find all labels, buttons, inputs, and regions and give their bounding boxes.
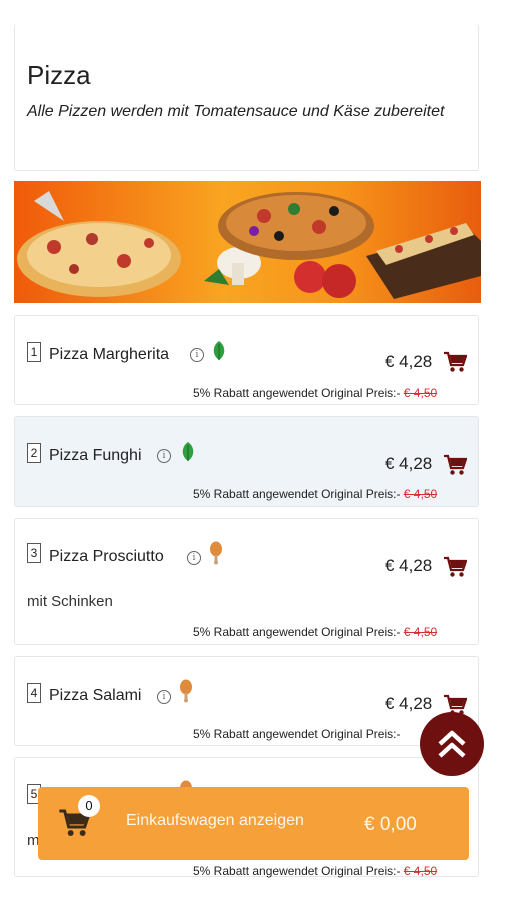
item-name[interactable]: Pizza Prosciutto — [49, 548, 164, 566]
discount-note: 5% Rabatt angewendet Original Preis:- € … — [193, 864, 438, 878]
view-cart-label: Einkaufswagen anzeigen — [126, 812, 304, 829]
category-header: Pizza Alle Pizzen werden mit Tomatensauc… — [14, 24, 479, 171]
discount-note: 5% Rabatt angewendet Original Preis:- € … — [193, 386, 438, 400]
cart-total: € 0,00 — [364, 814, 417, 835]
original-price: € 4,50 — [403, 625, 438, 639]
original-price: € 4,50 — [403, 386, 438, 400]
menu-item[interactable]: 3 Pizza Prosciutto i € 4,28 mit Schinken… — [14, 518, 479, 645]
info-icon[interactable]: i — [190, 348, 204, 362]
view-cart-button[interactable]: 0 Einkaufswagen anzeigen € 0,00 — [38, 787, 469, 860]
info-icon[interactable]: i — [187, 551, 201, 565]
item-number: 1 — [27, 342, 41, 362]
item-price: € 4,28 — [385, 694, 433, 713]
leaf-icon — [213, 341, 225, 360]
item-name[interactable]: Pizza Margherita — [49, 346, 169, 364]
info-icon[interactable]: i — [157, 449, 171, 463]
add-to-cart-icon[interactable] — [443, 351, 467, 373]
discount-note: 5% Rabatt angewendet Original Preis:- € … — [193, 625, 438, 639]
category-banner-image — [14, 181, 481, 303]
original-price: € 4,50 — [403, 864, 438, 878]
discount-note: 5% Rabatt angewendet Original Preis:- € … — [193, 487, 438, 501]
add-to-cart-icon[interactable] — [443, 556, 467, 578]
leaf-icon — [182, 442, 194, 461]
original-price: € 4,50 — [403, 487, 438, 501]
item-name[interactable]: Pizza Salami — [49, 687, 141, 705]
item-price: € 4,28 — [385, 454, 433, 473]
item-name[interactable]: Pizza Funghi — [49, 447, 142, 465]
menu-item[interactable]: 1 Pizza Margherita i € 4,28 5% Rabatt an… — [14, 315, 479, 405]
chicken-leg-icon — [210, 541, 222, 565]
menu-item[interactable]: 4 Pizza Salami i € 4,28 5% Rabatt angewe… — [14, 656, 479, 746]
item-price: € 4,28 — [385, 556, 433, 575]
item-number: 3 — [27, 543, 41, 563]
chicken-leg-icon — [180, 679, 192, 703]
category-title: Pizza — [27, 60, 91, 90]
cart-count-badge: 0 — [78, 795, 100, 817]
info-icon[interactable]: i — [157, 690, 171, 704]
add-to-cart-icon[interactable] — [443, 454, 467, 476]
category-description: Alle Pizzen werden mit Tomatensauce und … — [27, 103, 445, 120]
item-number: 4 — [27, 683, 41, 703]
item-number: 2 — [27, 443, 41, 463]
scroll-to-top-button[interactable] — [420, 712, 484, 776]
double-chevron-up-icon — [438, 730, 466, 758]
item-price: € 4,28 — [385, 352, 433, 371]
menu-item[interactable]: 2 Pizza Funghi i € 4,28 5% Rabatt angewe… — [14, 416, 479, 507]
discount-note: 5% Rabatt angewendet Original Preis:- — [193, 727, 401, 741]
item-subtitle: mit Schinken — [27, 593, 113, 610]
